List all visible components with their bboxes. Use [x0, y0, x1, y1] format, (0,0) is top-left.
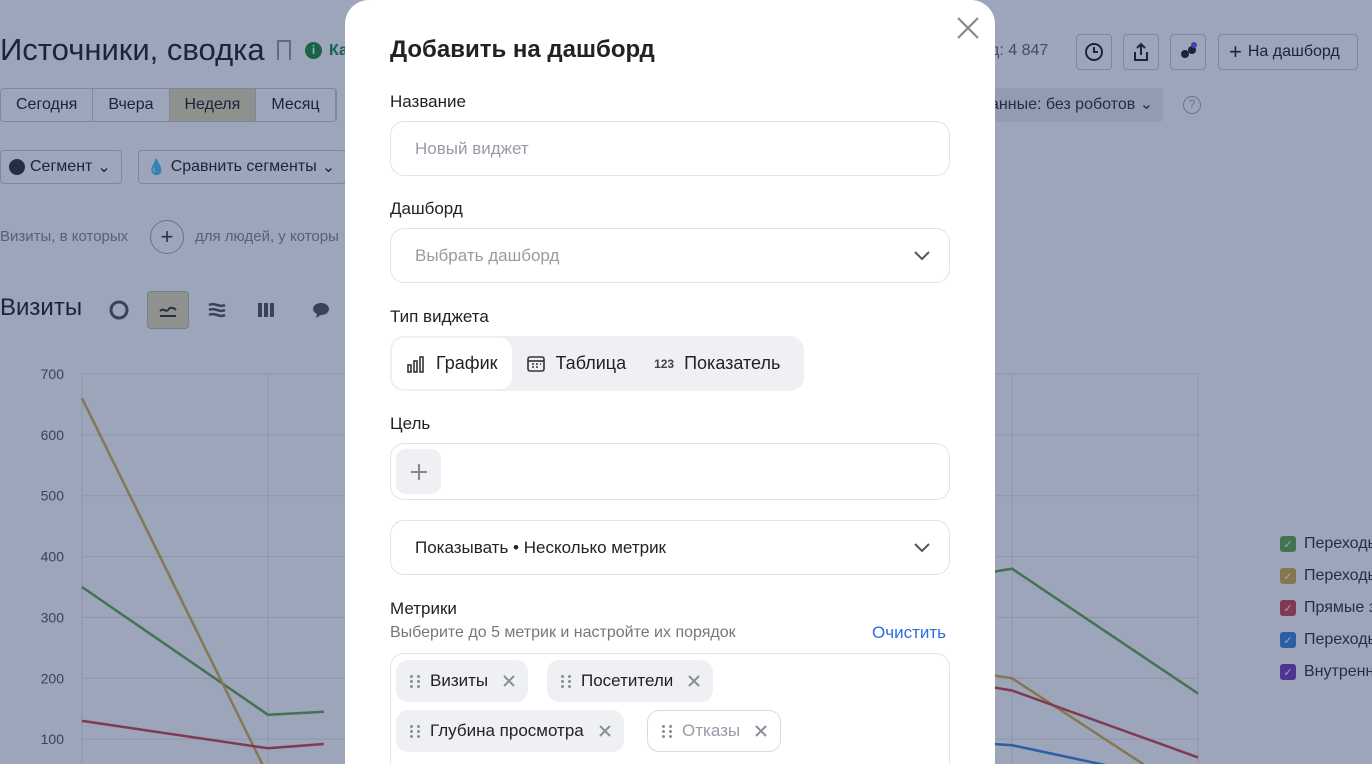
clear-metrics-link[interactable]: Очистить — [872, 623, 946, 643]
name-label: Название — [390, 92, 466, 111]
metric-chip-label: Глубина просмотра — [430, 721, 584, 740]
goal-field — [390, 443, 950, 500]
chevron-down-icon — [914, 250, 930, 260]
widget-type-metric[interactable]: 123 Показатель — [640, 338, 794, 389]
dialog-title: Добавить на дашборд — [390, 36, 655, 63]
widget-type-table[interactable]: Таблица — [512, 338, 641, 389]
remove-icon[interactable] — [502, 674, 516, 688]
chevron-down-icon — [914, 542, 930, 552]
plus-icon — [410, 463, 427, 480]
widget-type-metric-label: Показатель — [684, 353, 781, 373]
number-icon: 123 — [654, 356, 675, 371]
widget-type-label: Тип виджета — [390, 307, 489, 326]
widget-type-chart-label: График — [436, 353, 498, 373]
drag-handle-icon[interactable] — [410, 723, 420, 739]
remove-icon[interactable] — [754, 724, 768, 738]
show-mode-select[interactable]: Показывать • Несколько метрик — [390, 520, 950, 575]
widget-type-table-label: Таблица — [555, 353, 627, 373]
metric-chip-depth[interactable]: Глубина просмотра — [396, 710, 624, 752]
drag-handle-icon[interactable] — [662, 723, 672, 739]
metric-chip-bounces[interactable]: Отказы — [647, 710, 782, 752]
show-mode-value: Показывать • Несколько метрик — [415, 537, 666, 557]
metric-chip-label: Посетители — [581, 671, 674, 690]
metrics-hint: Выберите до 5 метрик и настройте их поря… — [390, 624, 736, 641]
widget-type-switch: График Таблица 123 Показатель — [390, 336, 804, 391]
bar-chart-icon — [407, 355, 424, 373]
goal-label: Цель — [390, 414, 431, 433]
close-icon[interactable] — [954, 14, 982, 42]
dashboard-select-placeholder: Выбрать дашборд — [415, 245, 560, 265]
metrics-label: Метрики — [390, 599, 457, 618]
metric-chip-label: Отказы — [682, 721, 741, 740]
dashboard-select[interactable]: Выбрать дашборд — [390, 228, 950, 283]
dashboard-label: Дашборд — [390, 199, 463, 218]
widget-type-chart[interactable]: График — [392, 338, 512, 389]
drag-handle-icon[interactable] — [561, 673, 571, 689]
remove-icon[interactable] — [687, 674, 701, 688]
add-goal-button[interactable] — [396, 449, 441, 494]
metric-chip-label: Визиты — [430, 671, 489, 690]
drag-handle-icon[interactable] — [410, 673, 420, 689]
metric-chip-visitors[interactable]: Посетители — [547, 660, 714, 702]
widget-name-input[interactable] — [390, 121, 950, 176]
remove-icon[interactable] — [598, 724, 612, 738]
table-icon — [526, 355, 545, 372]
metric-chip-visits[interactable]: Визиты — [396, 660, 529, 702]
